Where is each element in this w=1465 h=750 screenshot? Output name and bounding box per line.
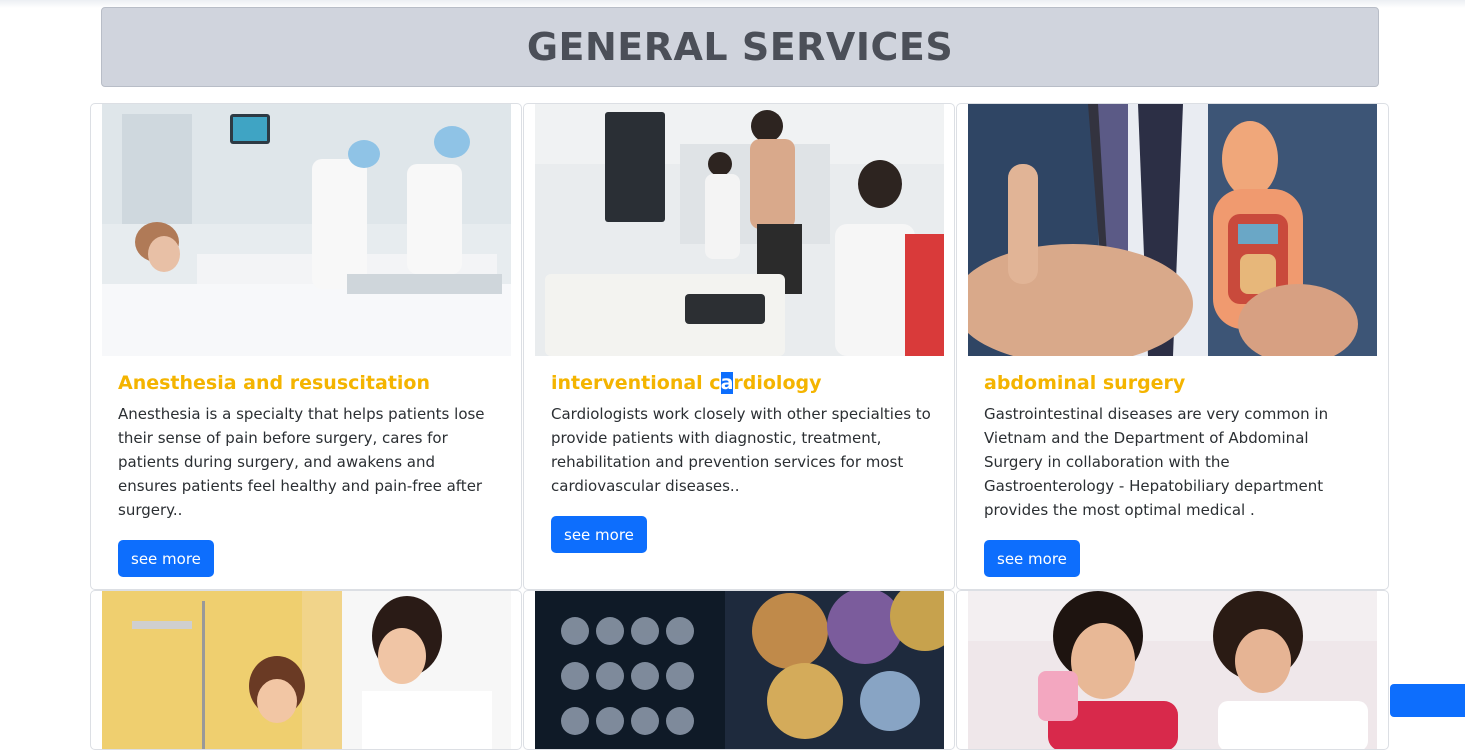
service-card-cardiology: interventional cardiology Cardiologists … bbox=[523, 103, 955, 590]
service-title: Anesthesia and resuscitation bbox=[118, 372, 430, 394]
service-card-anesthesia: Anesthesia and resuscitation Anesthesia … bbox=[90, 103, 522, 590]
service-title: interventional cardiology bbox=[551, 372, 931, 394]
service-card-abdominal-surgery: abdominal surgery Gastrointestinal disea… bbox=[956, 103, 1389, 590]
service-description: Cardiologists work closely with other sp… bbox=[551, 405, 931, 495]
service-title: abdominal surgery bbox=[984, 372, 1186, 394]
text-selection-highlight: a bbox=[720, 372, 734, 394]
title-text-b: rdiology bbox=[733, 372, 822, 394]
title-text-a: interventional c bbox=[551, 372, 721, 394]
service-image-pediatrics bbox=[102, 591, 511, 749]
see-more-button[interactable]: see more bbox=[118, 540, 214, 577]
service-image-anesthesia bbox=[102, 104, 511, 356]
service-card-neurosurgery bbox=[523, 590, 955, 750]
service-card-obstetrics bbox=[956, 590, 1389, 750]
see-more-button[interactable]: see more bbox=[551, 516, 647, 553]
service-description: Anesthesia is a specialty that helps pat… bbox=[118, 405, 485, 519]
service-image-cardiology bbox=[535, 104, 944, 356]
section-header: GENERAL SERVICES bbox=[101, 7, 1379, 87]
page-title: GENERAL SERVICES bbox=[526, 25, 954, 69]
service-image-obstetrics bbox=[968, 591, 1377, 749]
service-image-neurosurgery bbox=[535, 591, 944, 749]
see-more-button[interactable]: see more bbox=[984, 540, 1080, 577]
service-description: Gastrointestinal diseases are very commo… bbox=[984, 405, 1329, 519]
floating-action-button[interactable] bbox=[1390, 684, 1465, 717]
service-card-pediatrics bbox=[90, 590, 522, 750]
service-image-abdominal-surgery bbox=[968, 104, 1377, 356]
